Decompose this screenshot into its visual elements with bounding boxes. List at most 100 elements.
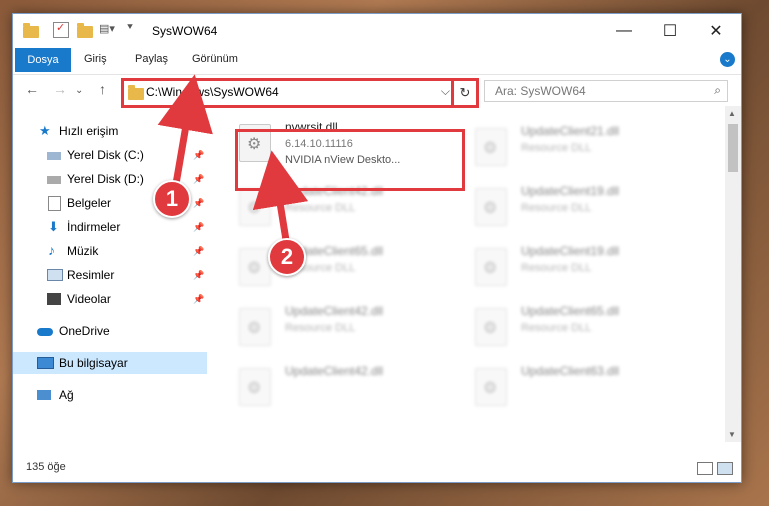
tab-view[interactable]: Görünüm (192, 53, 238, 65)
drive-icon (47, 152, 61, 160)
ribbon-expand-icon[interactable]: ⌄ (720, 52, 735, 67)
file-tile[interactable]: UpdateClient65.dll Resource DLL (233, 240, 459, 294)
sidebar-item-label: Ağ (59, 388, 74, 402)
pin-icon[interactable]: 📌 (193, 294, 204, 305)
status-bar: 135 öğe (13, 454, 741, 482)
scroll-down-icon[interactable]: ▼ (728, 430, 736, 439)
step-marker-2: 2 (268, 238, 306, 276)
pin-icon[interactable]: 📌 (193, 246, 204, 257)
sidebar-item-label: Yerel Disk (D:) (67, 172, 144, 186)
quick-access-menu-icon[interactable]: ⯆ (126, 22, 140, 36)
step-marker-1: 1 (153, 180, 191, 218)
file-name: UpdateClient19.dll (521, 184, 620, 198)
dll-file-icon (475, 368, 507, 406)
details-view-icon[interactable] (697, 462, 713, 475)
document-icon (48, 196, 61, 211)
customize-toolbar-icon[interactable]: ▤▾ (99, 22, 115, 36)
file-name: UpdateClient19.dll (521, 244, 620, 258)
network-icon (37, 390, 51, 400)
dll-file-icon (475, 188, 507, 226)
dll-file-icon (475, 308, 507, 346)
recent-locations-icon[interactable]: ⌄ (75, 85, 83, 96)
file-type: Resource DLL (521, 202, 592, 214)
sidebar-item-local-disk-c[interactable]: Yerel Disk (C:) 📌 (13, 144, 207, 166)
file-type: Resource DLL (285, 202, 356, 214)
address-dropdown-icon[interactable]: ⌵ (441, 84, 450, 99)
pin-icon[interactable]: 📌 (193, 222, 204, 233)
dll-file-icon (239, 248, 271, 286)
file-tile[interactable]: UpdateClient42.dll (233, 360, 459, 414)
sidebar-item-pictures[interactable]: Resimler 📌 (13, 264, 207, 286)
close-button[interactable]: ✕ (693, 14, 739, 48)
search-icon: ⌕ (714, 83, 721, 97)
file-tile[interactable]: UpdateClient19.dll Resource DLL (469, 240, 695, 294)
new-folder-icon[interactable] (77, 23, 93, 38)
scroll-thumb[interactable] (728, 124, 738, 172)
file-tile[interactable]: UpdateClient42.dll Resource DLL (233, 300, 459, 354)
file-type: Resource DLL (521, 142, 592, 154)
explorer-window: ✓ ▤▾ ⯆ SysWOW64 — ☐ ✕ Dosya Giriş Paylaş… (12, 13, 742, 483)
up-arrow-icon[interactable]: ↑ (99, 81, 106, 97)
file-tile[interactable]: UpdateClient63.dll (469, 360, 695, 414)
large-icons-view-icon[interactable] (717, 462, 733, 475)
tab-file[interactable]: Dosya (15, 48, 71, 72)
vertical-scrollbar[interactable]: ▲ ▼ (725, 106, 741, 442)
maximize-button[interactable]: ☐ (647, 14, 693, 48)
sidebar-item-this-pc[interactable]: Bu bilgisayar (13, 352, 207, 374)
address-bar[interactable]: C:\Windows\SysWOW64 ⌵ (121, 78, 457, 108)
pin-icon[interactable]: 📌 (193, 174, 204, 185)
pin-icon[interactable]: 📌 (193, 270, 204, 281)
back-arrow-icon[interactable]: ← (25, 81, 39, 97)
title-bar: ✓ ▤▾ ⯆ SysWOW64 — ☐ ✕ (13, 14, 741, 48)
sidebar-item-label: Müzik (67, 244, 99, 258)
navigation-pane: ★ Hızlı erişim Yerel Disk (C:) 📌 Yerel D… (13, 106, 209, 442)
file-name: UpdateClient21.dll (521, 124, 620, 138)
file-type: Resource DLL (521, 262, 592, 274)
file-tile[interactable]: UpdateClient19.dll Resource DLL (469, 180, 695, 234)
dll-file-icon (239, 188, 271, 226)
sidebar-item-videos[interactable]: Videolar 📌 (13, 288, 207, 310)
sidebar-item-downloads[interactable]: ⬇ İndirmeler 📌 (13, 216, 207, 238)
window-title: SysWOW64 (152, 24, 218, 38)
tab-share[interactable]: Paylaş (135, 53, 168, 65)
sidebar-item-label: OneDrive (59, 324, 110, 338)
file-type: Resource DLL (521, 322, 592, 334)
address-row: ← → ⌄ ↑ C:\Windows\SysWOW64 ⌵ ↻ Ara: Sys… (13, 74, 741, 108)
pin-icon[interactable]: 📌 (193, 150, 204, 161)
picture-icon (47, 269, 63, 281)
file-name: UpdateClient63.dll (521, 364, 620, 378)
sidebar-item-label: İndirmeler (67, 220, 121, 234)
file-tile[interactable]: UpdateClient21.dll Resource DLL (469, 120, 695, 174)
sidebar-item-onedrive[interactable]: OneDrive (13, 320, 207, 342)
sidebar-item-label: Bu bilgisayar (59, 356, 128, 370)
folder-icon (23, 23, 39, 38)
download-arrow-icon: ⬇ (48, 219, 59, 234)
tab-home[interactable]: Giriş (84, 53, 107, 65)
address-path: C:\Windows\SysWOW64 (146, 85, 279, 99)
pin-icon[interactable]: 📌 (193, 198, 204, 209)
dll-file-icon (239, 308, 271, 346)
forward-arrow-icon[interactable]: → (53, 81, 67, 97)
sidebar-item-label: Belgeler (67, 196, 112, 210)
sidebar-item-music[interactable]: ♪ Müzik 📌 (13, 240, 207, 262)
sidebar-item-label: Yerel Disk (C:) (67, 148, 144, 162)
dll-file-icon (475, 248, 507, 286)
film-icon (47, 293, 61, 305)
refresh-button[interactable]: ↻ (451, 78, 479, 108)
dll-file-icon (239, 368, 271, 406)
search-placeholder: Ara: SysWOW64 (495, 84, 586, 98)
folder-icon (128, 85, 144, 100)
sidebar-item-quick-access[interactable]: ★ Hızlı erişim (13, 120, 207, 142)
properties-icon[interactable]: ✓ (53, 22, 69, 38)
item-count: 135 öğe (26, 461, 66, 473)
sidebar-item-network[interactable]: Ağ (13, 384, 207, 406)
minimize-button[interactable]: — (601, 14, 647, 48)
file-name: UpdateClient42.dll (285, 304, 384, 318)
search-input[interactable]: Ara: SysWOW64 ⌕ (484, 80, 728, 102)
file-name: UpdateClient65.dll (521, 304, 620, 318)
star-icon: ★ (39, 123, 51, 138)
sidebar-item-label: Resimler (67, 268, 115, 282)
scroll-up-icon[interactable]: ▲ (728, 109, 736, 118)
file-tile[interactable]: UpdateClient65.dll Resource DLL (469, 300, 695, 354)
cloud-icon (37, 328, 53, 336)
